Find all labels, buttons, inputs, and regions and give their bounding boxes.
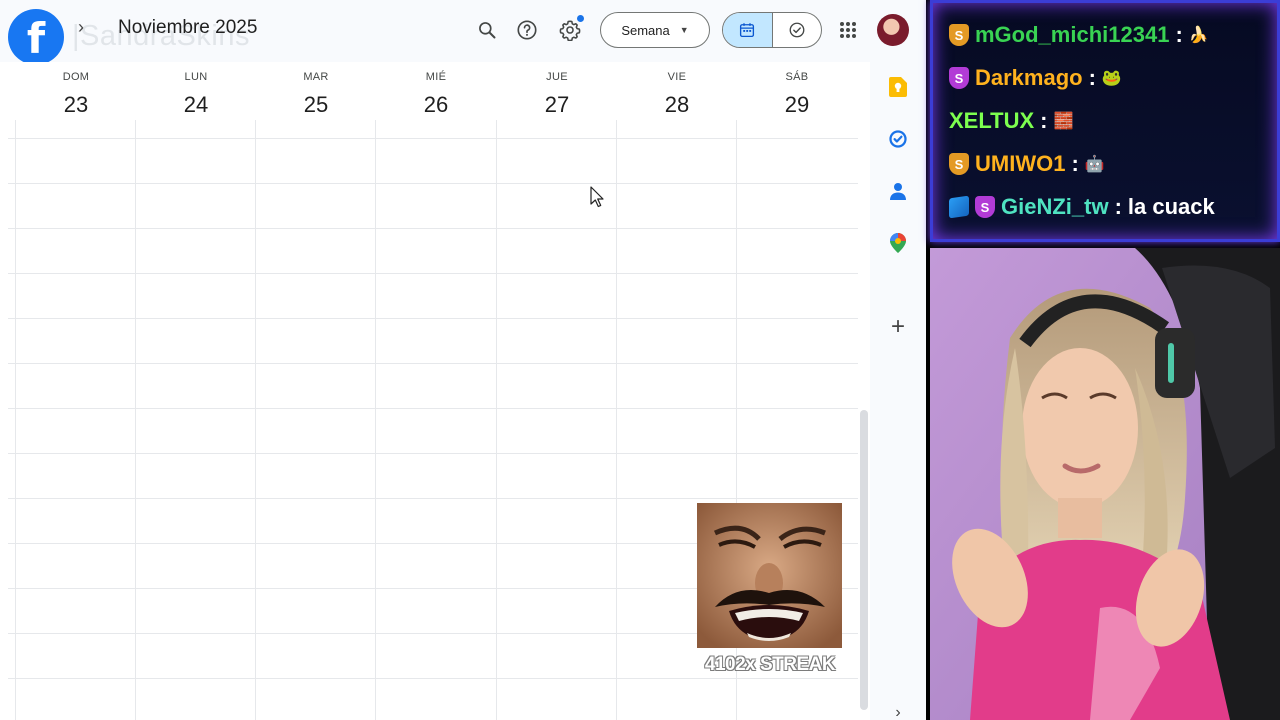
day-header-sun[interactable]: DOM 23	[16, 62, 136, 118]
keep-icon[interactable]	[887, 76, 909, 98]
sub-badge-icon: S	[949, 67, 969, 89]
grid-scrollbar[interactable]	[860, 410, 868, 710]
grid-day-line	[255, 120, 256, 720]
chat-username: Darkmago	[975, 65, 1083, 90]
next-week-button[interactable]: ›	[78, 17, 84, 38]
chat-separator: :	[1040, 108, 1048, 133]
chat-emote: 🧱	[1053, 113, 1074, 130]
day-number[interactable]: 25	[256, 92, 376, 118]
tasks-icon[interactable]	[887, 128, 909, 150]
cube-badge-icon	[949, 195, 969, 219]
chat-message: S UMIWO1 : 🤖	[949, 148, 1105, 180]
search-icon[interactable]	[471, 14, 503, 46]
expand-icon[interactable]: ›	[887, 702, 909, 720]
avatar[interactable]	[877, 14, 909, 46]
side-panel: + ›	[870, 62, 926, 720]
contacts-icon[interactable]	[887, 180, 909, 202]
day-header-mon[interactable]: LUN 24	[136, 62, 256, 118]
chat-username: UMIWO1	[975, 151, 1066, 176]
top-bar: |SandraSkins › Noviembre 2025 Semana ▼	[0, 0, 926, 62]
chat-message: S Darkmago : 🐸	[949, 62, 1122, 94]
mouse-cursor-icon	[590, 186, 604, 213]
day-header-sat[interactable]: SÁB 29	[737, 62, 857, 118]
chat-username: XELTUX	[949, 108, 1035, 133]
webcam-feed	[930, 248, 1280, 720]
sub-badge-icon: S	[949, 24, 969, 46]
day-name: DOM	[62, 71, 90, 83]
sub-badge-icon: S	[949, 153, 969, 175]
day-header-thu[interactable]: JUE 27	[497, 62, 617, 118]
mode-toggle	[722, 12, 822, 48]
month-title: Noviembre 2025	[118, 17, 258, 38]
help-icon[interactable]	[511, 14, 543, 46]
day-number[interactable]: 23	[16, 92, 136, 118]
day-number[interactable]: 29	[737, 92, 857, 118]
chat-emote: 🤖	[1084, 156, 1105, 173]
day-name: LUN	[184, 71, 208, 83]
grid-day-line	[375, 120, 376, 720]
day-header-tue[interactable]: MAR 25	[256, 62, 376, 118]
add-icon[interactable]: +	[887, 313, 909, 340]
calendar-app: |SandraSkins › Noviembre 2025 Semana ▼ f…	[0, 0, 926, 720]
chat-separator: :	[1114, 194, 1122, 219]
day-name: JUE	[546, 71, 568, 83]
day-number[interactable]: 28	[617, 92, 737, 118]
chat-emote: 🐸	[1101, 70, 1122, 87]
view-selector[interactable]: Semana ▼	[600, 12, 710, 48]
apps-grid-icon[interactable]	[832, 14, 864, 46]
chat-separator: :	[1088, 65, 1096, 90]
facebook-logo: f	[8, 9, 64, 65]
chat-message: XELTUX : 🧱	[949, 105, 1073, 137]
grid-day-line	[616, 120, 617, 720]
day-name: VIE	[667, 71, 687, 83]
day-number[interactable]: 27	[497, 92, 617, 118]
task-check-icon[interactable]	[771, 13, 821, 47]
caret-down-icon: ▼	[679, 25, 689, 35]
day-number[interactable]: 26	[376, 92, 496, 118]
day-header-wed[interactable]: MIÉ 26	[376, 62, 496, 118]
chat-text: la cuack	[1127, 194, 1215, 219]
chat-separator: :	[1071, 151, 1079, 176]
view-selector-label: Semana	[621, 22, 670, 38]
grid-day-line	[15, 120, 16, 720]
day-header-fri[interactable]: VIE 28	[617, 62, 737, 118]
day-number[interactable]: 24	[136, 92, 256, 118]
laughing-man-emote	[697, 503, 842, 648]
chat-username: mGod_michi12341	[975, 22, 1170, 47]
maps-icon[interactable]	[887, 232, 909, 254]
streak-label: 4102x STREAK	[704, 654, 836, 675]
notification-dot	[577, 15, 584, 22]
sub-badge-icon: S	[975, 196, 995, 218]
grid-day-line	[135, 120, 136, 720]
chat-emote: 🍌	[1188, 27, 1209, 44]
chat-message: S GieNZi_tw : la cuack	[949, 191, 1215, 223]
chat-separator: :	[1175, 22, 1183, 47]
day-name: MIÉ	[425, 71, 447, 83]
day-name: SÁB	[785, 71, 809, 83]
calendar-icon[interactable]	[723, 13, 772, 47]
grid-day-line	[496, 120, 497, 720]
chat-message: S mGod_michi12341 : 🍌	[949, 19, 1209, 51]
day-name: MAR	[303, 71, 329, 83]
chat-username: GieNZi_tw	[1001, 194, 1109, 219]
stream-chat: S mGod_michi12341 : 🍌 S Darkmago : 🐸 XEL…	[930, 0, 1280, 242]
